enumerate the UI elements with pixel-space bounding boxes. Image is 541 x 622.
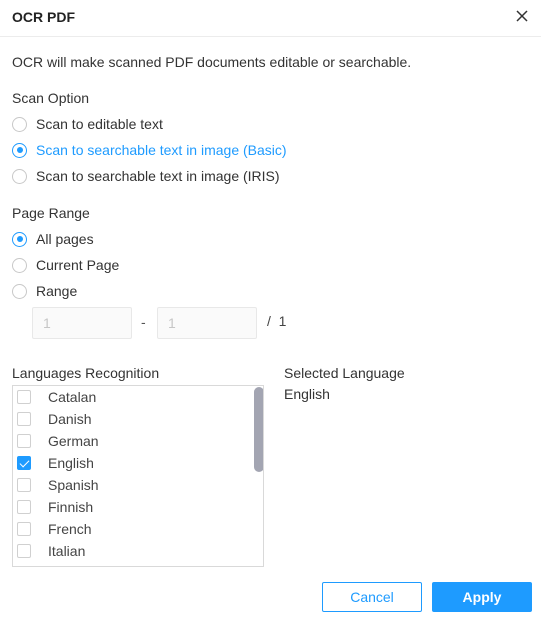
language-label: Finnish [48, 499, 94, 515]
radio-button-selected[interactable] [12, 142, 27, 158]
page-range-all-pages[interactable]: All pages [12, 229, 94, 249]
radio-label: Current Page [36, 257, 120, 273]
range-separator: - [141, 314, 146, 330]
range-from-input[interactable] [32, 307, 132, 339]
cancel-button[interactable]: Cancel [322, 582, 422, 612]
radio-label: All pages [36, 231, 94, 247]
radio-button[interactable] [12, 257, 27, 273]
scan-option-editable-text[interactable]: Scan to editable text [12, 114, 163, 134]
language-label: Danish [48, 411, 92, 427]
language-item-finnish[interactable]: Finnish [13, 496, 253, 518]
scan-option-searchable-basic[interactable]: Scan to searchable text in image (Basic) [12, 140, 287, 160]
radio-label: Scan to searchable text in image (Basic) [36, 142, 287, 158]
language-item-english[interactable]: English [13, 452, 253, 474]
scan-option-label: Scan Option [12, 90, 90, 106]
selected-language-label: Selected Language [284, 365, 405, 381]
close-icon [516, 10, 528, 22]
language-label: Spanish [48, 477, 99, 493]
radio-button[interactable] [12, 168, 27, 184]
checkbox[interactable] [17, 522, 31, 536]
page-range-current-page[interactable]: Current Page [12, 255, 119, 275]
range-total-pages: / 1 [267, 313, 287, 329]
checkbox[interactable] [17, 390, 31, 404]
language-label: French [48, 521, 92, 537]
radio-label: Scan to editable text [36, 116, 163, 132]
language-label: German [48, 433, 99, 449]
checkbox[interactable] [17, 544, 31, 558]
dialog-header: OCR PDF [0, 0, 541, 37]
language-label: English [48, 455, 94, 471]
language-item-partial[interactable] [13, 562, 253, 567]
languages-list[interactable]: Catalan Danish German English Spanish Fi… [12, 385, 264, 567]
radio-label: Scan to searchable text in image (IRIS) [36, 168, 280, 184]
checkbox[interactable] [17, 434, 31, 448]
apply-button[interactable]: Apply [432, 582, 532, 612]
radio-button-selected[interactable] [12, 231, 27, 247]
languages-recognition-label: Languages Recognition [12, 365, 160, 381]
dialog-description: OCR will make scanned PDF documents edit… [12, 54, 412, 70]
language-item-italian[interactable]: Italian [13, 540, 253, 562]
checkbox[interactable] [17, 500, 31, 514]
language-item-german[interactable]: German [13, 430, 253, 452]
radio-button[interactable] [12, 116, 27, 132]
range-to-input[interactable] [157, 307, 257, 339]
language-item-danish[interactable]: Danish [13, 408, 253, 430]
checkbox[interactable] [17, 412, 31, 426]
radio-button[interactable] [12, 283, 27, 299]
radio-label: Range [36, 283, 78, 299]
close-button[interactable] [512, 7, 532, 27]
page-range-range[interactable]: Range [12, 281, 77, 301]
page-range-label: Page Range [12, 205, 90, 221]
dialog-title: OCR PDF [12, 9, 75, 25]
checkbox-checked[interactable] [17, 456, 31, 470]
language-item-catalan[interactable]: Catalan [13, 386, 253, 408]
languages-scrollbar[interactable] [254, 387, 263, 472]
scan-option-searchable-iris[interactable]: Scan to searchable text in image (IRIS) [12, 166, 280, 186]
checkbox[interactable] [17, 478, 31, 492]
language-label: Catalan [48, 389, 97, 405]
selected-language-value: English [284, 386, 330, 402]
language-item-french[interactable]: French [13, 518, 253, 540]
language-item-spanish[interactable]: Spanish [13, 474, 253, 496]
ocr-pdf-dialog: OCR PDF OCR will make scanned PDF docume… [0, 0, 541, 622]
checkbox[interactable] [17, 566, 31, 567]
language-label: Italian [48, 543, 86, 559]
